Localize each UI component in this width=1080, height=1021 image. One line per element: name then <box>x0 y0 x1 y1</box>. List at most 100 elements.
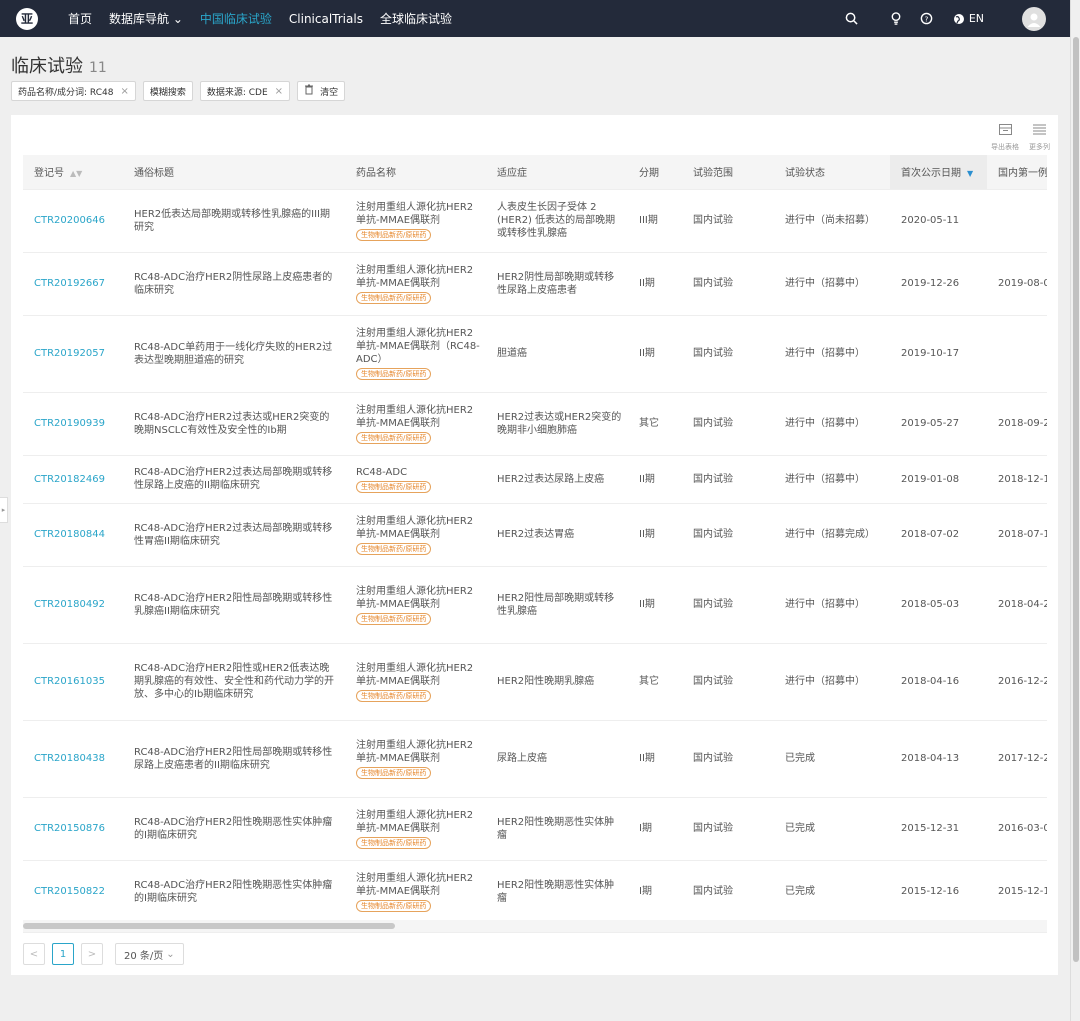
search-icon[interactable] <box>845 12 858 25</box>
indication: HER2过表达或HER2突变的晚期非小细胞肺癌 <box>486 391 628 455</box>
table-row[interactable]: CTR20180492 RC48-ADC治疗HER2阳性局部晚期或转移性乳腺癌II… <box>23 565 1047 643</box>
prev-page-button[interactable]: < <box>23 943 45 965</box>
table-row[interactable]: CTR20150876 RC48-ADC治疗HER2阳性晚期恶性实体肿瘤的Ⅰ期临床… <box>23 796 1047 860</box>
table-row[interactable]: CTR20182469 RC48-ADC治疗HER2过表达局部晚期或转移性尿路上皮… <box>23 454 1047 503</box>
table-row[interactable]: CTR20150822 RC48-ADC治疗HER2阳性晚期恶性实体肿瘤的Ⅰ期临床… <box>23 859 1047 923</box>
trial-title: HER2低表达局部晚期或转移性乳腺癌的III期研究 <box>123 188 345 252</box>
sort-icon[interactable]: ▲▼ <box>70 169 82 178</box>
page-size-select[interactable]: 20 条/页 ⌄ <box>115 943 184 965</box>
phase: I期 <box>628 859 682 923</box>
trial-scope: 国内试验 <box>682 565 774 643</box>
col-header-first-date[interactable]: 首次公示日期 ▼ <box>890 155 987 189</box>
trial-id-link[interactable]: CTR20180492 <box>23 565 123 643</box>
trial-status: 进行中（招募中） <box>774 314 890 392</box>
indication: HER2阳性晚期恶性实体肿瘤 <box>486 859 628 923</box>
table-row[interactable]: CTR20180438 RC48-ADC治疗HER2阳性局部晚期或转移性尿路上皮癌… <box>23 719 1047 797</box>
trial-title: RC48-ADC治疗HER2阳性局部晚期或转移性乳腺癌II期临床研究 <box>123 565 345 643</box>
avatar[interactable] <box>1022 6 1046 31</box>
trial-id-link[interactable]: CTR20150822 <box>23 859 123 923</box>
sidebar-toggle-icon[interactable]: ▸ <box>0 497 8 523</box>
trial-id-link[interactable]: CTR20190939 <box>23 391 123 455</box>
filter-tag-drug[interactable]: 药品名称/成分词: RC48 × <box>11 81 136 101</box>
nav-clinicaltrials[interactable]: ClinicalTrials <box>289 12 363 26</box>
close-icon[interactable]: × <box>120 86 128 97</box>
drug-type-badge: 生物制品新药/原研药 <box>356 291 432 304</box>
fuzzy-search-button[interactable]: 模糊搜索 <box>142 81 193 101</box>
top-nav-bar: 亚 首页 数据库导航 ⌄ 中国临床试验 ClinicalTrials 全球临床试… <box>0 0 1070 37</box>
drug-name: 注射用重组人源化抗HER2单抗-MMAE偶联剂 <box>356 585 474 610</box>
trial-id-link[interactable]: CTR20180438 <box>23 719 123 797</box>
horizontal-scrollbar-thumb[interactable] <box>23 923 395 929</box>
table-row[interactable]: CTR20192057 RC48-ADC单药用于一线化疗失败的HER2过表达型晚期… <box>23 314 1047 392</box>
drug-type-badge: 生物制品新药/原研药 <box>356 899 432 912</box>
page-button[interactable]: 1 <box>52 943 74 965</box>
trial-status: 进行中（招募中） <box>774 391 890 455</box>
trial-scope: 国内试验 <box>682 859 774 923</box>
trial-id-link[interactable]: CTR20192057 <box>23 314 123 392</box>
language-label: EN <box>968 12 984 25</box>
trial-title: RC48-ADC治疗HER2阴性尿路上皮癌患者的临床研究 <box>123 251 345 315</box>
nav-china-trials[interactable]: 中国临床试验 <box>200 10 272 27</box>
first-publish-date: 2018-04-16 <box>890 642 987 720</box>
filter-tag-source[interactable]: 数据来源: CDE × <box>199 81 291 101</box>
drug-type-badge: 生物制品新药/原研药 <box>356 368 432 380</box>
nav-database-menu[interactable]: 数据库导航 ⌄ <box>109 10 183 27</box>
table-row[interactable]: CTR20161035 RC48-ADC治疗HER2阳性或HER2低表达晚期乳腺癌… <box>23 642 1047 720</box>
svg-text:?: ? <box>924 14 928 23</box>
col-header-id[interactable]: 登记号 ▲▼ <box>23 155 123 189</box>
filter-bar: 药品名称/成分词: RC48 × 模糊搜索 数据来源: CDE × 清空 <box>11 81 346 101</box>
next-page-button[interactable]: > <box>81 943 103 965</box>
first-publish-date: 2019-05-27 <box>890 391 987 455</box>
trial-status: 进行中（尚未招募） <box>774 188 890 252</box>
trial-id-link[interactable]: CTR20180844 <box>23 502 123 566</box>
trial-scope: 国内试验 <box>682 796 774 860</box>
scrollbar-thumb[interactable] <box>1073 37 1079 962</box>
nav-global-trials[interactable]: 全球临床试验 <box>380 10 452 27</box>
table-row[interactable]: CTR20192667 RC48-ADC治疗HER2阴性尿路上皮癌患者的临床研究注… <box>23 251 1047 315</box>
horizontal-scrollbar[interactable] <box>23 920 1047 932</box>
lightbulb-icon[interactable] <box>890 12 902 25</box>
drug-cell: 注射用重组人源化抗HER2单抗-MMAE偶联剂 生物制品新药/原研药 <box>345 502 486 566</box>
trial-status: 已完成 <box>774 719 890 797</box>
trial-scope: 国内试验 <box>682 454 774 503</box>
trial-id-link[interactable]: CTR20182469 <box>23 454 123 503</box>
first-publish-date: 2020-05-11 <box>890 188 987 252</box>
list-icon <box>1033 124 1046 139</box>
sort-icon[interactable]: ▼ <box>967 169 973 178</box>
trial-title: RC48-ADC治疗HER2过表达局部晚期或转移性尿路上皮癌的II期临床研究 <box>123 454 345 503</box>
more-columns-button[interactable]: 更多列 <box>1029 124 1050 152</box>
table-row[interactable]: CTR20200646 HER2低表达局部晚期或转移性乳腺癌的III期研究 注射用重… <box>23 188 1047 252</box>
trial-status: 进行中（招募中） <box>774 565 890 643</box>
export-table-button[interactable]: 导出表格 <box>991 124 1019 152</box>
table-row[interactable]: CTR20180844 RC48-ADC治疗HER2过表达局部晚期或转移性胃癌II… <box>23 502 1047 566</box>
filter-label: 药品名称/成分词: RC48 <box>18 87 114 98</box>
help-icon[interactable]: ? <box>920 12 933 25</box>
trial-id-link[interactable]: CTR20161035 <box>23 642 123 720</box>
trial-scope: 国内试验 <box>682 188 774 252</box>
trial-status: 已完成 <box>774 796 890 860</box>
phase: II期 <box>628 454 682 503</box>
trials-table: 登记号 ▲▼ 通俗标题 药品名称 适应症 分期 试验范围 试验状态 首次公示日期 ▼… <box>23 155 1047 923</box>
col-header-label: 首次公示日期 <box>901 168 961 180</box>
drug-type-badge: 生物制品新药/原研药 <box>356 542 432 555</box>
trial-id-link[interactable]: CTR20200646 <box>23 188 123 252</box>
first-publish-date: 2018-07-02 <box>890 502 987 566</box>
logo-icon[interactable]: 亚 <box>16 7 38 30</box>
indication: HER2阳性局部晚期或转移性乳腺癌 <box>486 565 628 643</box>
page-size-label: 20 条/页 <box>124 950 164 962</box>
language-switch[interactable]: EN <box>953 12 984 25</box>
table-row[interactable]: CTR20190939 RC48-ADC治疗HER2过表达或HER2突变的晚期NS… <box>23 391 1047 455</box>
drug-cell: 注射用重组人源化抗HER2单抗-MMAE偶联剂 生物制品新药/原研药 <box>345 391 486 455</box>
close-icon[interactable]: × <box>275 86 283 97</box>
clear-filters-button[interactable]: 清空 <box>297 81 346 101</box>
trial-id-link[interactable]: CTR20150876 <box>23 796 123 860</box>
first-case-date: 2016-03-08 <box>987 796 1047 860</box>
col-header-drug: 药品名称 <box>345 155 486 189</box>
table-header-row: 登记号 ▲▼ 通俗标题 药品名称 适应症 分期 试验范围 试验状态 首次公示日期 ▼… <box>23 155 1047 189</box>
first-case-date <box>987 188 1047 252</box>
nav-home[interactable]: 首页 <box>68 10 92 27</box>
first-publish-date: 2015-12-16 <box>890 859 987 923</box>
drug-type-badge: 生物制品新药/原研药 <box>356 612 432 625</box>
trial-id-link[interactable]: CTR20192667 <box>23 251 123 315</box>
vertical-scrollbar[interactable] <box>1070 0 1080 1021</box>
